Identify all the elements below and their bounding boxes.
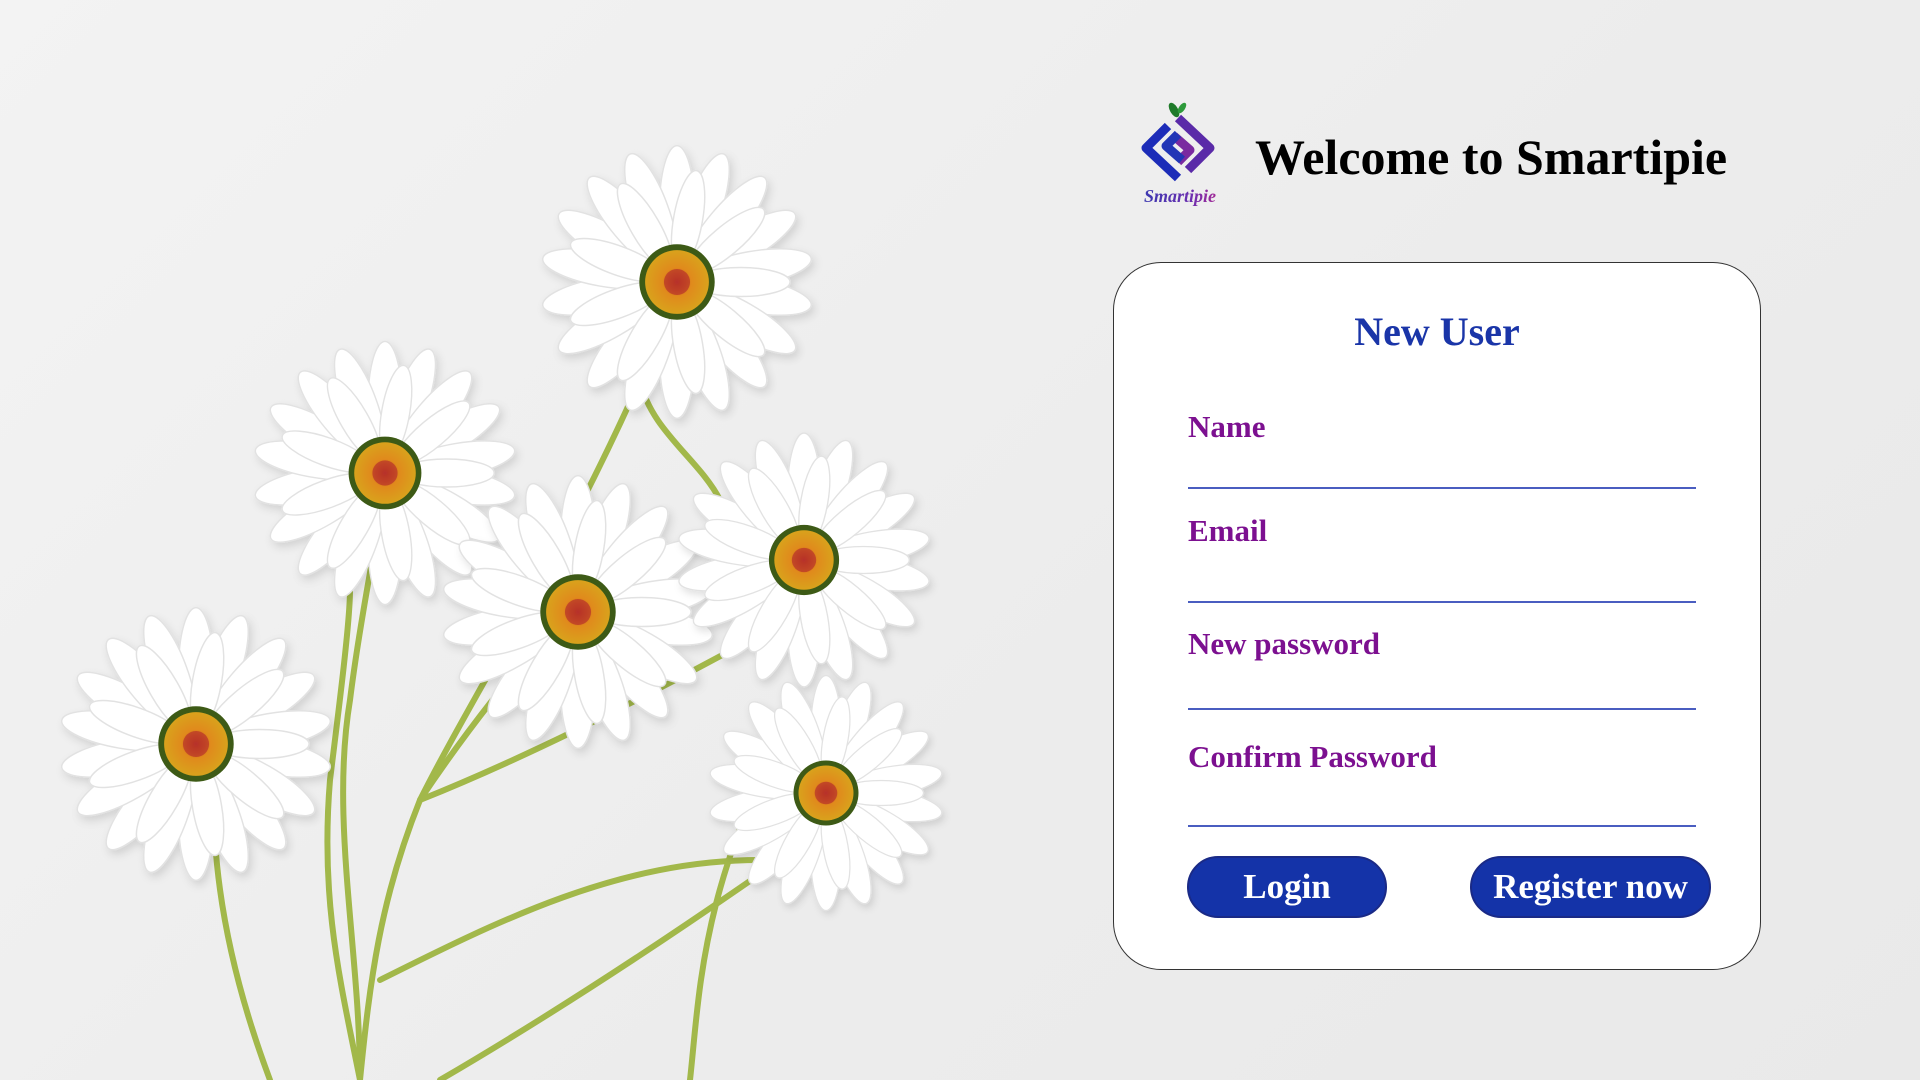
email-field-group: Email	[1188, 513, 1696, 603]
email-label: Email	[1188, 513, 1268, 548]
name-input[interactable]	[1188, 449, 1696, 489]
welcome-title: Welcome to Smartipie	[1255, 129, 1728, 185]
form-title: New User	[1354, 309, 1520, 354]
daisy-bouquet-image	[58, 144, 945, 1080]
name-label: Name	[1188, 409, 1266, 444]
login-button[interactable]: Login	[1187, 856, 1387, 918]
new-password-label: New password	[1188, 626, 1381, 661]
email-input[interactable]	[1188, 553, 1696, 603]
registration-card: New User Name Email New password Confirm…	[1113, 262, 1761, 970]
confirm-password-input[interactable]	[1188, 779, 1696, 827]
new-password-field-group: New password	[1188, 626, 1696, 710]
confirm-password-label: Confirm Password	[1188, 739, 1437, 774]
new-password-input[interactable]	[1188, 666, 1696, 710]
confirm-password-field-group: Confirm Password	[1188, 739, 1696, 827]
name-field-group: Name	[1188, 409, 1696, 489]
register-now-button[interactable]: Register now	[1470, 856, 1711, 918]
logo-text: Smartipie	[1130, 186, 1230, 207]
